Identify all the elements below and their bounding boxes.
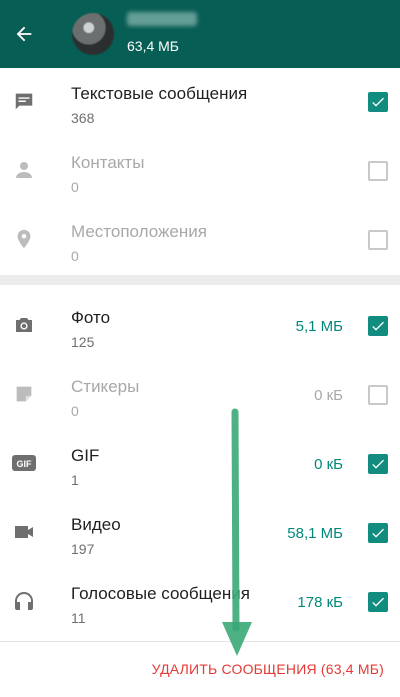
check-icon — [372, 459, 384, 469]
category-count: 368 — [71, 110, 95, 126]
category-count: 11 — [71, 610, 86, 626]
category-row-photos[interactable]: Фото 125 5,1 МБ — [0, 292, 400, 361]
category-row-stickers[interactable]: Стикеры 0 0 кБ — [0, 361, 400, 430]
category-checkbox[interactable] — [368, 523, 388, 543]
category-size: 0 кБ — [314, 456, 343, 473]
category-count: 1 — [71, 472, 79, 488]
location-pin-icon — [11, 226, 37, 252]
category-count: 0 — [71, 248, 79, 264]
category-title: Фото — [71, 308, 111, 327]
category-row-gif[interactable]: GIF GIF 1 0 кБ — [0, 430, 400, 499]
category-checkbox[interactable] — [368, 92, 388, 112]
category-title: Местоположения — [71, 222, 207, 241]
person-icon — [11, 157, 37, 183]
sticker-icon — [11, 381, 37, 407]
category-count: 125 — [71, 334, 95, 350]
category-size: 0 кБ — [314, 387, 343, 404]
check-icon — [372, 597, 384, 607]
check-icon — [372, 97, 384, 107]
category-title: Видео — [71, 515, 121, 534]
delete-messages-button[interactable]: УДАЛИТЬ СООБЩЕНИЯ (63,4 МБ) — [152, 661, 384, 677]
section-divider — [0, 275, 400, 285]
category-title: Голосовые сообщения — [71, 584, 250, 603]
category-checkbox[interactable] — [368, 385, 388, 405]
category-checkbox[interactable] — [368, 316, 388, 336]
category-row-contacts[interactable]: Контакты 0 — [0, 137, 400, 206]
category-row-text-messages[interactable]: Текстовые сообщения 368 — [0, 68, 400, 137]
category-title: GIF — [71, 446, 100, 465]
video-camera-icon — [11, 519, 37, 545]
total-storage-size: 63,4 МБ — [127, 38, 179, 54]
arrow-left-icon — [16, 26, 32, 42]
camera-icon — [11, 312, 37, 338]
top-app-bar: 63,4 МБ — [0, 0, 400, 68]
contact-name-redacted — [127, 12, 197, 26]
message-icon — [11, 88, 37, 114]
category-title: Контакты — [71, 153, 145, 172]
category-title: Текстовые сообщения — [71, 84, 248, 103]
category-checkbox[interactable] — [368, 592, 388, 612]
headphones-icon — [11, 588, 37, 614]
category-row-voice-messages[interactable]: Голосовые сообщения 11 178 кБ — [0, 568, 400, 637]
category-title: Стикеры — [71, 377, 140, 396]
back-button[interactable] — [8, 14, 40, 54]
footer-divider — [0, 641, 400, 642]
svg-text:GIF: GIF — [17, 459, 33, 469]
category-checkbox[interactable] — [368, 454, 388, 474]
category-count: 0 — [71, 179, 79, 195]
contact-avatar[interactable] — [72, 13, 114, 55]
category-checkbox[interactable] — [368, 161, 388, 181]
category-count: 0 — [71, 403, 79, 419]
check-icon — [372, 321, 384, 331]
category-count: 197 — [71, 541, 95, 557]
category-size: 58,1 МБ — [287, 525, 343, 542]
category-checkbox[interactable] — [368, 230, 388, 250]
check-icon — [372, 528, 384, 538]
gif-icon: GIF — [11, 450, 37, 476]
category-row-locations[interactable]: Местоположения 0 — [0, 206, 400, 275]
category-size: 178 кБ — [297, 594, 343, 611]
category-size: 5,1 МБ — [295, 318, 343, 335]
category-row-video[interactable]: Видео 197 58,1 МБ — [0, 499, 400, 568]
